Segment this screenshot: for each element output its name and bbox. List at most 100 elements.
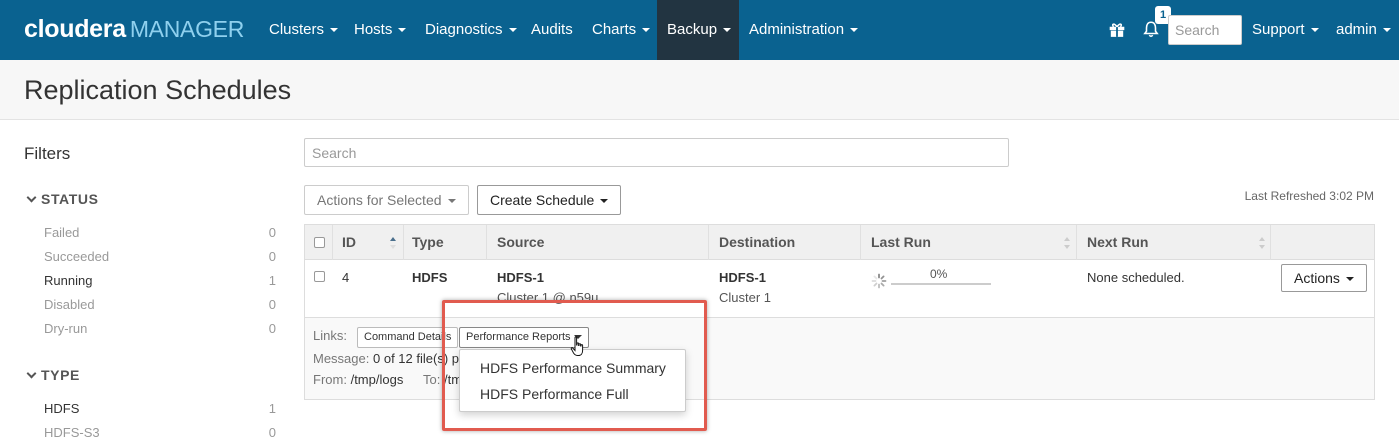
column-header-source[interactable]: Source [497, 225, 544, 260]
column-divider [332, 225, 333, 260]
filter-name: Disabled [44, 297, 95, 312]
filter-name: Dry-run [44, 321, 88, 336]
column-header-type[interactable]: Type [412, 225, 444, 260]
filter-status-running[interactable]: Running 1 [44, 273, 276, 288]
command-details-button[interactable]: Command Details [357, 327, 459, 348]
sort-ascending-icon[interactable] [389, 236, 397, 250]
schedule-search-input[interactable] [304, 138, 1009, 167]
filter-status-succeeded[interactable]: Succeeded 0 [44, 249, 276, 264]
cell-source-cluster: Cluster 1 @ n59u [497, 290, 599, 305]
nav-audits-label: Audits [531, 21, 573, 38]
links-label: Links: [313, 328, 347, 343]
table-header: ID Type Source Destination Last Run Next… [305, 225, 1374, 260]
menu-item-hdfs-performance-summary[interactable]: HDFS Performance Summary [480, 360, 666, 376]
caret-down-icon [1310, 28, 1319, 33]
chevron-down-icon [26, 368, 37, 379]
page-title: Replication Schedules [24, 75, 292, 105]
nav-backup-label: Backup [667, 21, 718, 38]
to-label: To: [423, 372, 441, 387]
filter-count: 0 [268, 297, 276, 312]
filter-count: 0 [268, 425, 276, 440]
nav-user-menu[interactable]: admin [1336, 0, 1391, 60]
hand-pointer-cursor-icon [570, 336, 584, 356]
logo-brand: cloudera [24, 15, 126, 43]
from-label: From: [313, 372, 347, 387]
last-refreshed-text: Last Refreshed 3:02 PM [1244, 189, 1374, 203]
caret-down-icon [330, 28, 339, 33]
filter-name: HDFS [44, 401, 80, 416]
last-run-progress-text: 0% [930, 267, 948, 281]
nav-charts[interactable]: Charts [592, 0, 651, 60]
filter-count: 1 [268, 401, 276, 416]
nav-support[interactable]: Support [1252, 0, 1319, 60]
filter-name: Failed [44, 225, 80, 240]
cell-next-run: None scheduled. [1087, 270, 1185, 285]
column-header-id[interactable]: ID [342, 225, 356, 260]
chevron-down-icon [26, 192, 37, 203]
filter-type-hdfs[interactable]: HDFS 1 [44, 401, 276, 416]
create-schedule-label: Create Schedule [490, 192, 595, 208]
actions-for-selected-label: Actions for Selected [317, 192, 442, 208]
cell-type: HDFS [412, 270, 448, 285]
performance-reports-menu: HDFS Performance Summary HDFS Performanc… [459, 349, 686, 412]
caret-down-icon [508, 28, 517, 33]
nav-charts-label: Charts [592, 21, 637, 38]
row-select-checkbox[interactable] [314, 271, 325, 282]
cell-destination-cluster: Cluster 1 [719, 290, 772, 305]
gift-icon[interactable] [1108, 20, 1126, 38]
caret-down-icon [398, 28, 407, 33]
filter-count: 0 [268, 225, 276, 240]
caret-down-icon [1382, 28, 1391, 33]
caret-down-icon [850, 28, 859, 33]
filter-name: Succeeded [44, 249, 110, 264]
nav-clusters-label: Clusters [269, 21, 325, 38]
column-divider [403, 225, 404, 260]
nav-audits[interactable]: Audits [531, 0, 573, 60]
nav-support-label: Support [1252, 21, 1305, 38]
column-divider [708, 225, 709, 260]
nav-diagnostics[interactable]: Diagnostics [425, 0, 517, 60]
performance-reports-label: Performance Reports [466, 331, 571, 343]
message-line: Message: 0 of 12 file(s) p [313, 351, 459, 366]
filter-name: HDFS-S3 [44, 425, 100, 440]
sort-icon[interactable] [1258, 236, 1266, 250]
column-header-next-run[interactable]: Next Run [1087, 225, 1148, 260]
nav-user-label: admin [1336, 21, 1377, 38]
row-actions-button[interactable]: Actions [1281, 264, 1367, 292]
column-header-destination[interactable]: Destination [719, 225, 795, 260]
nav-backup[interactable]: Backup [657, 0, 739, 60]
filter-type-hdfs-s3[interactable]: HDFS-S3 0 [44, 425, 276, 440]
nav-administration[interactable]: Administration [749, 0, 859, 60]
from-path: /tmp/logs [350, 372, 404, 387]
sort-icon[interactable] [1063, 236, 1071, 250]
actions-for-selected-button[interactable]: Actions for Selected [304, 185, 469, 215]
column-header-last-run[interactable]: Last Run [871, 225, 931, 260]
nav-clusters[interactable]: Clusters [269, 0, 339, 60]
column-divider [486, 225, 487, 260]
logo-product: MANAGER [129, 16, 245, 42]
status-filter-label: STATUS [41, 191, 99, 207]
top-navbar: cloudera MANAGER Clusters Hosts Diagnosti… [0, 0, 1399, 60]
caret-down-icon [447, 199, 456, 204]
nav-hosts-label: Hosts [354, 21, 393, 38]
filter-status-dry-run[interactable]: Dry-run 0 [44, 321, 276, 336]
filter-count: 0 [268, 321, 276, 336]
type-filter-toggle[interactable]: TYPE [26, 367, 80, 383]
global-search-input[interactable] [1168, 15, 1242, 45]
page-header: Replication Schedules [0, 60, 1399, 120]
message-text: 0 of 12 file(s) p [373, 351, 459, 366]
select-all-checkbox[interactable] [314, 237, 325, 248]
status-filter-toggle[interactable]: STATUS [26, 191, 99, 207]
cell-source: HDFS-1 [497, 270, 544, 285]
create-schedule-button[interactable]: Create Schedule [477, 185, 622, 215]
filter-status-disabled[interactable]: Disabled 0 [44, 297, 276, 312]
menu-item-hdfs-performance-full[interactable]: HDFS Performance Full [480, 386, 629, 402]
caret-down-icon [642, 28, 651, 33]
nav-hosts[interactable]: Hosts [354, 0, 407, 60]
message-label: Message: [313, 351, 370, 366]
caret-down-icon [723, 28, 732, 33]
cloudera-manager-logo[interactable]: cloudera MANAGER [24, 15, 244, 44]
column-divider [860, 225, 861, 260]
filter-status-failed[interactable]: Failed 0 [44, 225, 276, 240]
column-divider [1076, 225, 1077, 260]
